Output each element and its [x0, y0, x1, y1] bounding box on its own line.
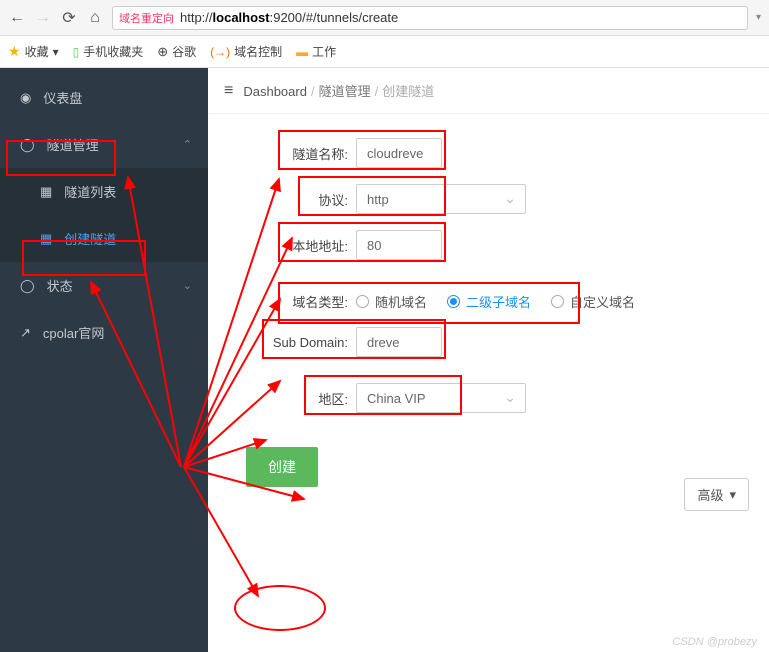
topbar: ≡ Dashboard/隧道管理/创建隧道 [208, 68, 769, 114]
proto-label: 协议: [218, 190, 348, 209]
sidebar-label: 隧道列表 [64, 182, 116, 201]
annotation-box [22, 240, 146, 276]
browser-toolbar: ← → ⟳ ⌂ 域名重定向 http://localhost:9200/#/tu… [0, 0, 769, 36]
bookmark-google[interactable]: ⊕谷歌 [157, 43, 196, 60]
addr-input[interactable] [356, 230, 442, 260]
subdomain-label: Sub Domain: [218, 335, 348, 350]
chevron-down-icon: ⌄ [183, 279, 192, 292]
tunnel-form: 隧道名称: 协议: 本地地址: 域名类型: 随机域名 二级子域 [208, 114, 769, 503]
advanced-button[interactable]: 高级▾ [684, 478, 749, 511]
star-icon: ★ [8, 43, 21, 60]
chevron-down-icon: ▾ [729, 487, 736, 503]
bookmark-mobile[interactable]: ▯手机收藏夹 [73, 43, 144, 60]
menu-toggle-icon[interactable]: ≡ [224, 82, 233, 100]
radio-random-domain[interactable]: 随机域名 [356, 292, 427, 311]
folder-icon: ▬ [296, 45, 308, 59]
radio-sub-domain[interactable]: 二级子域名 [447, 292, 531, 311]
url-text: http://localhost:9200/#/tunnels/create [180, 10, 398, 25]
annotation-box [6, 140, 116, 176]
main-content: ≡ Dashboard/隧道管理/创建隧道 隧道名称: 协议: 本地地址: [208, 68, 769, 652]
globe-icon: ⊕ [157, 44, 168, 60]
bookmark-work[interactable]: ▬工作 [296, 43, 336, 60]
breadcrumb: Dashboard/隧道管理/创建隧道 [243, 81, 434, 100]
home-button[interactable]: ⌂ [86, 9, 104, 27]
addr-label: 本地地址: [218, 236, 348, 255]
sidebar-label: cpolar官网 [43, 323, 104, 342]
sidebar-item-official[interactable]: ↗ cpolar官网 [0, 309, 208, 356]
annotation-ellipse [234, 585, 326, 631]
forward-button[interactable]: → [34, 9, 52, 27]
bookmark-domain[interactable]: (→)域名控制 [210, 43, 282, 60]
sidebar-item-dashboard[interactable]: ◉ 仪表盘 [0, 68, 208, 121]
reload-button[interactable]: ⟳ [60, 9, 78, 27]
domain-type-label: 域名类型: [218, 292, 348, 311]
region-label: 地区: [218, 389, 348, 408]
grid-icon: ▦ [40, 184, 52, 200]
sidebar: ◉ 仪表盘 ◯ 隧道管理 ⌃ ▦ 隧道列表 ▦ 创建隧道 ◯ 状态 ⌄ ↗ cp… [0, 68, 208, 652]
back-button[interactable]: ← [8, 9, 26, 27]
proto-select[interactable] [356, 184, 526, 214]
watermark: CSDN @probezy [672, 636, 757, 648]
name-label: 隧道名称: [218, 144, 348, 163]
chevron-up-icon: ⌃ [183, 138, 192, 151]
mobile-icon: ▯ [73, 45, 80, 59]
cpolar-icon: (→) [210, 45, 230, 59]
external-link-icon: ↗ [20, 325, 31, 341]
sidebar-label: 仪表盘 [43, 88, 82, 107]
subdomain-input[interactable] [356, 327, 442, 357]
sidebar-label: 状态 [47, 276, 73, 295]
addr-dropdown-icon[interactable]: ▾ [756, 12, 761, 23]
bookmarks-bar: ★收藏 ▾ ▯手机收藏夹 ⊕谷歌 (→)域名控制 ▬工作 [0, 36, 769, 68]
name-input[interactable] [356, 138, 442, 168]
radio-custom-domain[interactable]: 自定义域名 [551, 292, 635, 311]
redirect-tag: 域名重定向 [119, 10, 174, 26]
circle-icon: ◯ [20, 278, 35, 294]
region-select[interactable] [356, 383, 526, 413]
create-button[interactable]: 创建 [246, 447, 318, 487]
address-bar[interactable]: 域名重定向 http://localhost:9200/#/tunnels/cr… [112, 6, 748, 30]
bookmark-fav[interactable]: ★收藏 ▾ [8, 43, 59, 60]
gauge-icon: ◉ [20, 90, 31, 106]
